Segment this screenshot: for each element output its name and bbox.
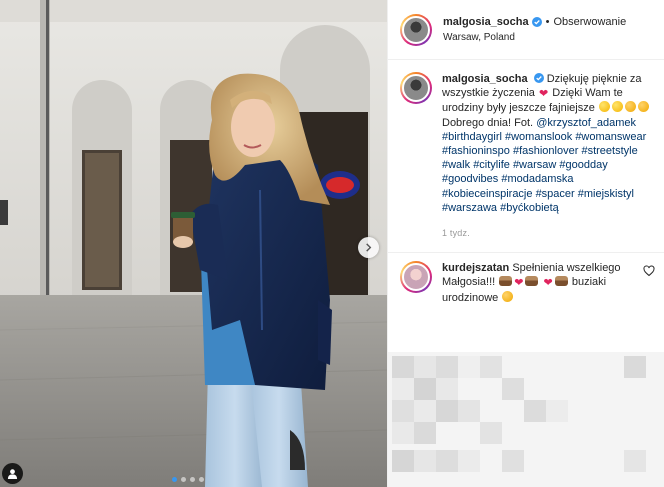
hashtag-link[interactable]: #byćkobietą <box>500 202 559 214</box>
avatar[interactable] <box>400 72 432 104</box>
hashtag-link[interactable]: #womanslook <box>505 131 572 143</box>
user-tag-icon <box>7 469 18 479</box>
carousel-dot <box>190 477 195 482</box>
red-heart-emoji: ❤ <box>538 88 549 101</box>
hashtag-link[interactable]: #warszawa <box>442 202 497 214</box>
smile-emoji <box>598 101 610 113</box>
cake-emoji <box>499 276 513 287</box>
heart-eyes-emoji <box>624 101 636 113</box>
hashtag-link[interactable]: #birthdaygirl <box>442 131 502 143</box>
post-header: malgosia_socha • Obserwowanie Warsaw, Po… <box>388 0 664 60</box>
hashtag-link[interactable]: #walk <box>442 159 470 171</box>
carousel-indicators <box>172 477 204 482</box>
comment-username[interactable]: kurdejszatan <box>442 262 509 274</box>
hashtag-link[interactable]: #fashioninspo <box>442 145 510 157</box>
carousel-dot <box>172 477 177 482</box>
hashtag-link[interactable]: #streetstyle <box>581 145 637 157</box>
chevron-right-icon <box>366 243 372 252</box>
comment: kurdejszatan Spełnienia wszelkiego Małgo… <box>400 253 655 305</box>
pixelated-comments-area <box>388 352 664 487</box>
tagged-users-button[interactable] <box>2 463 23 484</box>
hashtag-link[interactable]: #modadamska <box>501 173 573 185</box>
cake-emoji <box>525 276 539 287</box>
post-timestamp[interactable]: 1 tydz. <box>442 226 652 240</box>
hashtag-link[interactable]: #spacer <box>536 188 575 200</box>
avatar[interactable] <box>400 261 432 294</box>
hashtag-link[interactable]: #womanswear <box>575 131 646 143</box>
separator-dot: • <box>545 15 550 28</box>
heart-eyes-emoji <box>637 101 649 113</box>
verified-badge-icon <box>531 17 542 27</box>
smile-emoji <box>611 101 623 113</box>
instagram-post: malgosia_socha • Obserwowanie Warsaw, Po… <box>0 0 664 487</box>
comments-section: malgosia_socha Dziękuję pięknie za wszys… <box>388 60 664 305</box>
carousel-dot <box>199 477 204 482</box>
post-sidebar: malgosia_socha • Obserwowanie Warsaw, Po… <box>387 0 664 487</box>
red-heart-emoji: ❤ <box>514 277 524 290</box>
hashtag-link[interactable]: #citylife <box>473 159 510 171</box>
street-photo-illustration <box>0 0 387 487</box>
hashtag-link[interactable]: #warsaw <box>513 159 556 171</box>
author-username[interactable]: malgosia_socha <box>443 15 529 30</box>
hashtag-link[interactable]: #kobieceinspiracje <box>442 188 533 200</box>
caption-text: Dobrego dnia! Fot. <box>442 116 534 129</box>
hashtag-link[interactable]: #goodday <box>559 159 607 171</box>
cake-emoji <box>554 276 568 287</box>
red-heart-emoji: ❤ <box>543 277 553 290</box>
mention-link[interactable]: @krzysztof_adamek <box>536 117 636 129</box>
caption-username[interactable]: malgosia_socha <box>442 73 528 85</box>
carousel-dot <box>181 477 186 482</box>
heart-outline-icon[interactable] <box>643 265 655 277</box>
caption: malgosia_socha Dziękuję pięknie za wszys… <box>400 72 652 240</box>
hashtag-link[interactable]: #miejskistyl <box>578 188 634 200</box>
heart-eyes-emoji <box>502 290 514 302</box>
follow-button[interactable]: Obserwowanie <box>553 15 626 30</box>
carousel-next-button[interactable] <box>358 237 379 258</box>
post-photo[interactable] <box>0 0 387 487</box>
hashtag-link[interactable]: #fashionlover <box>513 145 578 157</box>
avatar[interactable] <box>400 13 432 46</box>
verified-badge-icon <box>533 73 544 83</box>
hashtag-link[interactable]: #goodvibes <box>442 173 498 185</box>
location-link[interactable]: Warsaw, Poland <box>443 30 626 45</box>
